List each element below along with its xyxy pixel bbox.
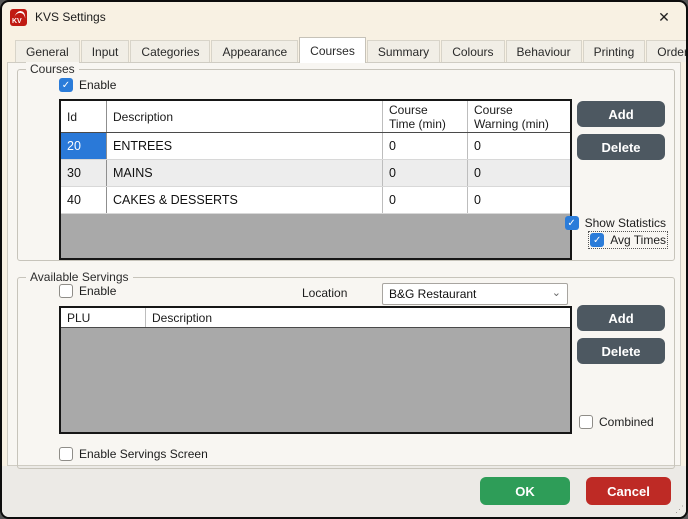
table-cell-description[interactable]: CAKES & DESSERTS [107, 187, 383, 213]
tab-printing[interactable]: Printing [582, 40, 646, 62]
resize-grip-icon[interactable]: ⋰ [675, 504, 684, 515]
available-servings-groupbox: Available Servings Enable Location B&G R… [17, 270, 675, 469]
servings-enable-label: Enable [79, 284, 117, 298]
courses-table: Id Description Course Time (min) Course … [59, 99, 572, 260]
show-statistics-checkbox[interactable]: ✓ Show Statistics [564, 216, 666, 230]
ok-button[interactable]: OK [480, 477, 570, 505]
checkbox-checked-icon[interactable]: ✓ [564, 216, 579, 230]
tab-summary[interactable]: Summary [366, 40, 441, 62]
window-title: KVS Settings [35, 10, 106, 24]
close-icon[interactable]: ✕ [650, 5, 678, 29]
app-icon-text: KV [12, 17, 22, 25]
checkbox-checked-icon[interactable]: ✓ [59, 78, 73, 92]
show-statistics-label: Show Statistics [584, 216, 666, 230]
kvs-settings-dialog: KV KVS Settings ✕ General Input Categori… [0, 0, 688, 519]
header-line: Course [389, 102, 428, 117]
table-cell-course-time[interactable]: 0 [383, 133, 468, 159]
table-cell-course-warning[interactable]: 0 [468, 160, 570, 186]
cancel-button[interactable]: Cancel [586, 477, 671, 505]
chevron-down-icon: ⌄ [551, 286, 561, 299]
avg-times-label: Avg Times [610, 233, 666, 247]
enable-servings-screen-label: Enable Servings Screen [79, 447, 208, 461]
checkbox-unchecked-box[interactable] [59, 284, 73, 298]
courses-enable-label: Enable [79, 78, 117, 92]
enable-servings-screen-checkbox[interactable]: Enable Servings Screen [59, 447, 208, 461]
checkbox-checked-icon[interactable]: ✓ [590, 233, 605, 247]
servings-table-header-row: PLU Description [61, 308, 570, 328]
table-cell-course-warning[interactable]: 0 [468, 187, 570, 213]
courses-enable-checkbox[interactable]: ✓ Enable [59, 78, 116, 92]
checkbox-unchecked-box[interactable] [59, 447, 73, 461]
header-line: Course [474, 102, 513, 117]
column-header-course-warning[interactable]: Course Warning (min) [468, 101, 570, 132]
tab-categories[interactable]: Categories [130, 40, 211, 62]
location-label: Location [302, 286, 348, 300]
title-bar: KV KVS Settings ✕ [2, 2, 686, 32]
table-cell-course-time[interactable]: 0 [383, 187, 468, 213]
column-header-plu[interactable]: PLU [61, 308, 146, 327]
tab-appearance[interactable]: Appearance [211, 40, 299, 62]
courses-add-button[interactable]: Add [577, 101, 665, 127]
table-cell-course-warning[interactable]: 0 [468, 133, 570, 159]
avg-times-checkbox[interactable]: ✓ Avg Times [588, 231, 668, 249]
courses-delete-button[interactable]: Delete [577, 134, 665, 160]
table-cell-description[interactable]: MAINS [107, 160, 383, 186]
servings-add-button[interactable]: Add [577, 305, 665, 331]
table-row: 40 CAKES & DESSERTS 0 0 [61, 187, 570, 214]
courses-table-header-row: Id Description Course Time (min) Course … [61, 101, 570, 133]
checkbox-unchecked-box[interactable] [579, 415, 593, 429]
table-cell-id-selected[interactable]: 20 [61, 133, 107, 159]
header-line: Time (min) [389, 116, 446, 131]
app-icon: KV [10, 8, 27, 26]
available-servings-legend: Available Servings [26, 270, 133, 284]
courses-tab-panel: Courses ✓ Enable Id Description Course T… [7, 62, 681, 469]
column-header-description[interactable]: Description [107, 101, 383, 132]
location-selected-value: B&G Restaurant [389, 287, 477, 301]
dialog-footer: OK Cancel ⋰ [2, 466, 686, 517]
header-line: Warning (min) [474, 116, 549, 131]
tab-colours[interactable]: Colours [441, 40, 505, 62]
location-select[interactable]: B&G Restaurant ⌄ [382, 283, 568, 305]
column-header-description[interactable]: Description [146, 308, 570, 327]
tab-courses[interactable]: Courses [299, 37, 366, 63]
table-row: 20 ENTREES 0 0 [61, 133, 570, 160]
table-row: 30 MAINS 0 0 [61, 160, 570, 187]
column-header-course-time[interactable]: Course Time (min) [383, 101, 468, 132]
servings-table: PLU Description [59, 306, 572, 434]
servings-enable-checkbox[interactable]: Enable [59, 284, 116, 298]
tab-strip: General Input Categories Appearance Cour… [15, 37, 686, 63]
column-header-id[interactable]: Id [61, 101, 107, 132]
table-cell-id[interactable]: 30 [61, 160, 107, 186]
table-cell-id[interactable]: 40 [61, 187, 107, 213]
courses-legend: Courses [26, 62, 79, 76]
tab-input[interactable]: Input [80, 40, 130, 62]
table-cell-description[interactable]: ENTREES [107, 133, 383, 159]
combined-checkbox[interactable]: Combined [579, 415, 654, 429]
tab-general[interactable]: General [15, 40, 80, 62]
servings-delete-button[interactable]: Delete [577, 338, 665, 364]
courses-groupbox: Courses ✓ Enable Id Description Course T… [17, 62, 675, 261]
tab-behaviour[interactable]: Behaviour [505, 40, 582, 62]
tab-order-alerts[interactable]: Order Alerts [646, 40, 686, 62]
table-cell-course-time[interactable]: 0 [383, 160, 468, 186]
combined-label: Combined [599, 415, 654, 429]
